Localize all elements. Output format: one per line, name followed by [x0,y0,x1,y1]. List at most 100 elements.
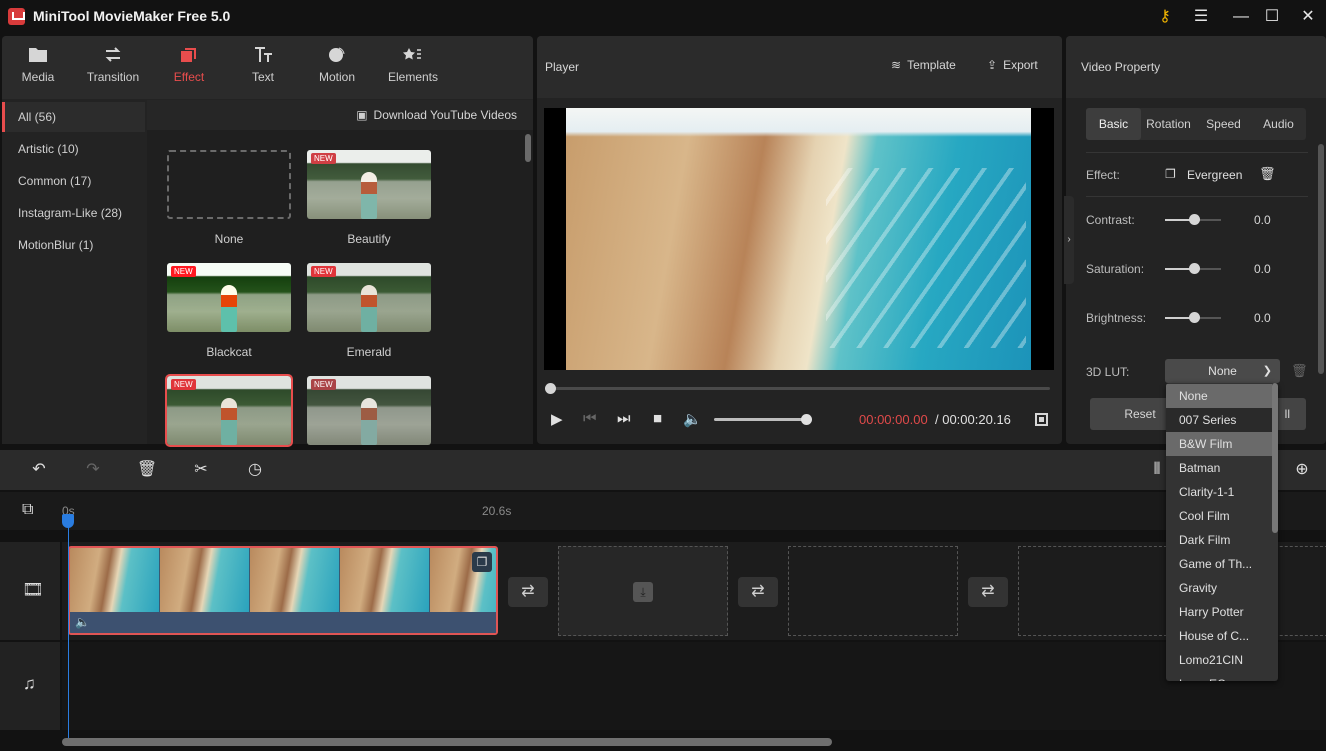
tab-motion[interactable]: Motion [302,46,372,94]
lut-option[interactable]: Clarity-1-1 [1166,480,1272,504]
divider [1086,196,1308,197]
saturation-label: Saturation: [1086,262,1145,276]
effect-thumb-evergreen[interactable]: NEW [165,374,293,447]
tab-media[interactable]: Media [3,46,73,94]
new-badge: NEW [171,266,196,277]
category-motionblur[interactable]: MotionBlur (1) [2,230,145,260]
add-track-icon[interactable]: ⧉ [22,501,33,519]
volume-icon[interactable]: 🔈 [683,410,702,428]
audio-track[interactable] [62,642,1326,730]
previous-frame-icon[interactable]: ⏮ [583,410,597,427]
lut-option[interactable]: Harry Potter [1166,600,1272,624]
clip-audio-bar: 🔈 [70,612,496,633]
category-common[interactable]: Common (17) [2,166,145,196]
tab-label: Transition [86,70,140,84]
transition-slot[interactable]: ⇄ [968,577,1008,607]
seek-bar[interactable] [550,387,1050,390]
volume-handle[interactable] [801,414,812,425]
chevron-right-icon: › [1067,234,1071,245]
thumb-image [221,398,237,445]
lut-option[interactable]: House of C... [1166,624,1272,648]
contrast-handle[interactable] [1189,214,1200,225]
zoom-in-icon[interactable]: ⊕ [1291,460,1313,480]
template-button[interactable]: ≋ Template [891,58,956,72]
category-instagram-like[interactable]: Instagram-Like (28) [2,198,145,228]
fit-timeline-icon[interactable]: ⦀ [1146,460,1168,480]
collapse-panel-handle[interactable]: › [1064,196,1074,284]
player-title: Player [545,60,580,74]
transition-slot[interactable]: ⇄ [508,577,548,607]
tab-transition[interactable]: Transition [78,46,148,94]
split-icon[interactable]: ✂ [190,460,212,480]
lut-option[interactable]: Cool Film [1166,504,1272,528]
tab-audio[interactable]: Audio [1251,108,1306,140]
lut-option[interactable]: 007 Series [1166,408,1272,432]
lut-option[interactable]: B&W Film [1166,432,1272,456]
key-icon[interactable]: ⚷ [1153,6,1177,28]
contrast-value: 0.0 [1254,213,1271,227]
fullscreen-icon[interactable] [1035,413,1048,426]
timeline-scrollbar[interactable] [62,738,832,746]
close-icon[interactable]: ✕ [1296,6,1320,28]
lut-option[interactable]: Batman [1166,456,1272,480]
tab-elements[interactable]: Elements [378,46,448,94]
delete-lut-icon[interactable]: 🗑 [1291,363,1308,379]
video-clip[interactable]: ❐ 🔈 [68,546,498,635]
effect-thumb-emerald[interactable]: NEW [307,263,431,332]
delete-icon[interactable]: 🗑 [136,460,158,480]
timeline-ruler[interactable]: ⧉ 0s 20.6s [0,492,1326,530]
volume-slider[interactable] [714,418,807,421]
empty-clip-slot[interactable]: ⤓ [558,546,728,636]
menu-icon[interactable]: ☰ [1189,6,1213,28]
lut-option[interactable]: Game of Th... [1166,552,1272,576]
playhead-handle[interactable] [62,514,74,528]
effects-scrollbar[interactable] [525,134,531,162]
effect-label: None [214,232,244,246]
saturation-handle[interactable] [1189,263,1200,274]
empty-clip-slot[interactable] [788,546,958,636]
brightness-handle[interactable] [1189,312,1200,323]
play-icon[interactable]: ▶ [551,410,563,428]
effect-icon [181,48,196,62]
download-youtube-link[interactable]: ▣ Download YouTube Videos [356,108,517,122]
lut-option[interactable]: Dark Film [1166,528,1272,552]
minimize-icon[interactable]: — [1229,6,1253,28]
speed-icon[interactable]: ◷ [244,460,266,480]
next-frame-icon[interactable]: ⏭ [617,410,631,427]
tab-effect[interactable]: Effect [154,46,224,94]
effect-icon: ❐ [1165,167,1176,181]
youtube-icon: ▣ [356,108,368,122]
time-current: 00:00:00.00 [859,412,928,427]
lut-option[interactable]: None [1166,384,1272,408]
film-icon: 🎞 [22,580,44,599]
delete-effect-icon[interactable]: 🗑 [1259,166,1276,182]
stop-icon[interactable]: ■ [653,410,662,427]
seek-handle[interactable] [545,383,556,394]
category-artistic[interactable]: Artistic (10) [2,134,145,164]
export-button[interactable]: ⇪ Export [987,58,1038,72]
undo-icon[interactable]: ↶ [28,460,50,480]
tab-basic[interactable]: Basic [1086,108,1141,140]
category-all[interactable]: All (56) [2,102,145,132]
effect-thumb-beautify[interactable]: NEW [307,150,431,219]
property-scrollbar[interactable] [1318,144,1324,374]
tab-rotation[interactable]: Rotation [1141,108,1196,140]
lut-select[interactable]: None ❯ [1165,359,1280,383]
maximize-icon[interactable]: ☐ [1260,6,1284,28]
download-bar: ▣ Download YouTube Videos [147,100,533,130]
contrast-label: Contrast: [1086,213,1135,227]
tab-text[interactable]: Text [228,46,298,94]
lut-option[interactable]: Gravity [1166,576,1272,600]
lut-option[interactable]: LomoEC [1166,672,1272,681]
effect-thumb-blackcat[interactable]: NEW [167,263,291,332]
dropdown-scrollbar[interactable] [1272,383,1278,533]
lut-option[interactable]: Lomo21CIN [1166,648,1272,672]
transition-slot[interactable]: ⇄ [738,577,778,607]
clip-volume-icon[interactable]: 🔈 [75,615,90,629]
tab-speed[interactable]: Speed [1196,108,1251,140]
video-preview[interactable] [544,108,1054,370]
saturation-value: 0.0 [1254,262,1271,276]
effect-thumb[interactable]: NEW [307,376,431,445]
effect-thumb-none[interactable] [167,150,291,219]
redo-icon[interactable]: ↷ [82,460,104,480]
